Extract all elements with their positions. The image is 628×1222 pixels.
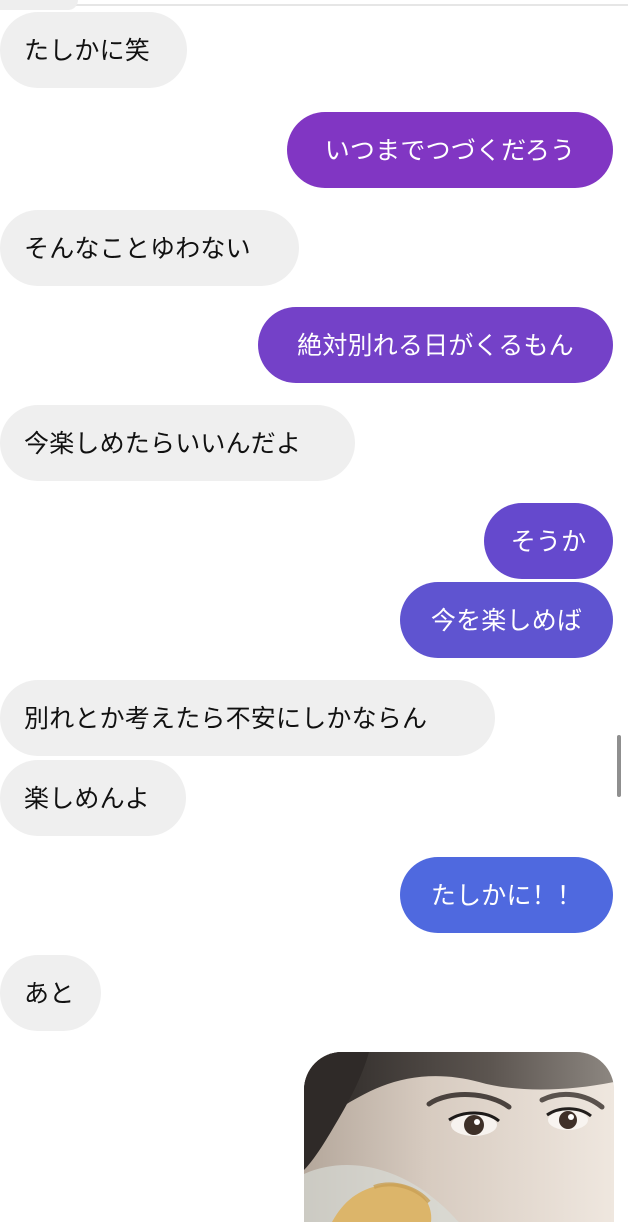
message-text: あと xyxy=(24,978,75,1008)
received-message-bubble[interactable]: 今楽しめたらいいんだよ xyxy=(0,405,355,481)
message-text: 今を楽しめば xyxy=(430,605,583,635)
received-message-bubble[interactable]: 楽しめんよ xyxy=(0,760,186,836)
received-message-bubble[interactable]: あと xyxy=(0,955,101,1031)
message-text: いつまでつづくだろう xyxy=(324,135,576,165)
received-message-bubble[interactable]: たしかに笑 xyxy=(0,12,187,88)
top-divider xyxy=(0,4,628,6)
photo-message[interactable] xyxy=(304,1052,614,1222)
photo-preview xyxy=(304,1052,614,1222)
received-message-bubble[interactable]: そんなことゆわない xyxy=(0,210,299,286)
sent-message-bubble[interactable]: 今を楽しめば xyxy=(400,582,613,658)
previous-message-fragment xyxy=(0,0,78,10)
message-text: そうか xyxy=(510,526,587,556)
message-text: 楽しめんよ xyxy=(24,783,151,813)
sent-message-bubble[interactable]: たしかに！！ xyxy=(400,857,613,933)
sent-message-bubble[interactable]: いつまでつづくだろう xyxy=(287,112,613,188)
message-text: 今楽しめたらいいんだよ xyxy=(24,428,302,458)
message-text: たしかに笑 xyxy=(24,35,151,65)
message-text: たしかに！！ xyxy=(430,880,583,910)
message-text: そんなことゆわない xyxy=(24,233,251,263)
received-message-bubble[interactable]: 別れとか考えたら不安にしかならん xyxy=(0,680,495,756)
sent-message-bubble[interactable]: そうか xyxy=(484,503,613,579)
sent-message-bubble[interactable]: 絶対別れる日がくるもん xyxy=(258,307,613,383)
scrollbar-thumb[interactable] xyxy=(617,735,621,797)
message-text: 別れとか考えたら不安にしかならん xyxy=(24,703,428,733)
message-text: 絶対別れる日がくるもん xyxy=(297,330,574,360)
